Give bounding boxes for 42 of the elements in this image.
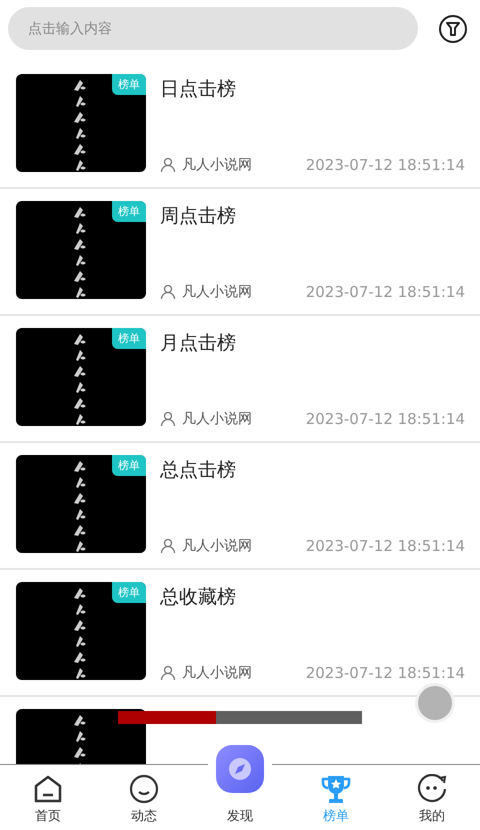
discover-button[interactable] <box>216 745 264 793</box>
person-icon <box>160 284 176 300</box>
author-name: 凡人小说网 <box>182 156 252 174</box>
list-item[interactable]: 榜单 日点击榜 凡人小说网 2023-07-12 18:51:14 <box>0 62 480 189</box>
item-title: 月点击榜 <box>160 331 237 356</box>
list-item[interactable]: 榜单 总收藏榜 凡人小说网 2023-07-12 18:51:14 <box>0 570 480 697</box>
person-icon <box>160 411 176 427</box>
list-item[interactable]: 榜单 总点击榜 凡人小说网 2023-07-12 18:51:14 <box>0 443 480 570</box>
person-icon <box>160 538 176 554</box>
person-icon <box>160 665 176 681</box>
author-name: 凡人小说网 <box>182 410 252 428</box>
timestamp: 2023-07-12 18:51:14 <box>306 537 465 555</box>
nav-tab[interactable]: 动态 <box>96 765 192 830</box>
trophy-icon <box>320 774 352 804</box>
list-item[interactable]: 榜单 周点击榜 凡人小说网 2023-07-12 18:51:14 <box>0 189 480 316</box>
face-icon <box>417 774 447 804</box>
filter-icon[interactable] <box>438 14 468 44</box>
smile-icon <box>129 774 159 804</box>
timestamp: 2023-07-12 18:51:14 <box>306 410 465 428</box>
nav-tab[interactable]: 首页 <box>0 765 96 830</box>
category-badge: 榜单 <box>112 201 146 222</box>
item-title: 周点击榜 <box>160 204 237 229</box>
search-field[interactable]: 点击输入内容 <box>8 7 418 50</box>
author-name: 凡人小说网 <box>182 283 252 301</box>
timestamp: 2023-07-12 18:51:14 <box>306 156 465 174</box>
category-badge: 榜单 <box>112 455 146 476</box>
category-badge: 榜单 <box>112 328 146 349</box>
category-badge: 榜单 <box>112 582 146 603</box>
person-icon <box>160 157 176 173</box>
author-name: 凡人小说网 <box>182 537 252 555</box>
nav-tab[interactable]: 发现 <box>227 800 253 830</box>
timestamp: 2023-07-12 18:51:14 <box>306 664 465 682</box>
category-badge: 榜单 <box>112 74 146 95</box>
nav-tab[interactable]: 我的 <box>384 765 480 830</box>
timestamp: 2023-07-12 18:51:14 <box>306 283 465 301</box>
item-title: 总收藏榜 <box>160 585 237 610</box>
item-title: 日点击榜 <box>160 77 237 102</box>
house-icon <box>33 774 63 804</box>
list-item[interactable]: 榜单 月点击榜 凡人小说网 2023-07-12 18:51:14 <box>0 316 480 443</box>
author-name: 凡人小说网 <box>182 664 252 682</box>
compass-icon <box>226 755 254 783</box>
item-title: 总点击榜 <box>160 458 237 483</box>
